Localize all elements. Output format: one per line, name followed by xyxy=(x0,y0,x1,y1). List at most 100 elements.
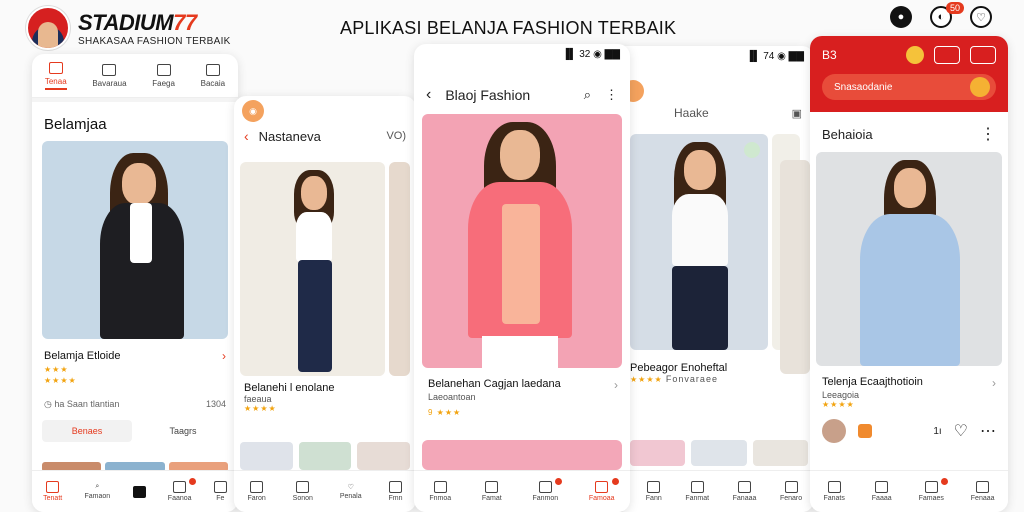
more-icon[interactable]: ⋮ xyxy=(980,124,996,144)
info-row: ◷ ha Saan tlantian xyxy=(44,399,120,409)
orange-tag-icon xyxy=(858,424,872,438)
bottom-nav: Fann Fanmat Fanaaa Fenaro xyxy=(614,470,814,512)
chevron-right-icon[interactable]: › xyxy=(614,378,618,392)
product-image[interactable] xyxy=(816,152,1002,366)
side-thumbnails[interactable] xyxy=(780,160,810,374)
bottom-nav: Fanats Faaaa Famaes Fenaaa xyxy=(810,470,1008,512)
product-image-next[interactable] xyxy=(422,440,622,470)
info-count: 1304 xyxy=(205,399,226,409)
wallet-icon[interactable] xyxy=(934,46,960,64)
phone-screen-1: Tenaa Bavaraua Faega Bacaia Belamjaa Bel… xyxy=(32,54,238,512)
search-bar[interactable]: Snasaodanie xyxy=(822,74,996,100)
product-image-peek[interactable] xyxy=(388,162,410,376)
product-image[interactable] xyxy=(240,162,385,376)
phone-screen-3: ▐▌ 32 ◉ ▇▇ ‹ Blaoj Fashion ⌕ ⋮ Belanehan… xyxy=(414,44,630,512)
rating-row: 9 ★★★ xyxy=(428,408,462,417)
heart-icon[interactable]: ♡ xyxy=(970,6,992,28)
nav-chat[interactable]: Fanmon xyxy=(532,478,563,502)
more-icon[interactable]: ⋯ xyxy=(980,421,996,441)
product-image[interactable] xyxy=(422,114,622,368)
avatar[interactable] xyxy=(822,419,846,443)
secondary-button[interactable]: Taagrs xyxy=(138,420,228,442)
nav-home[interactable]: Fanats xyxy=(823,481,845,502)
tab-category[interactable]: Bavaraua xyxy=(92,63,127,88)
phone-screen-2: ◉ ‹ Nastaneva VO) Belanehi l enolane fae… xyxy=(234,96,416,512)
top-icons: ● ◐ 50 ♡ xyxy=(890,2,992,28)
bottom-nav: Fnmoa Famat Fanmon Famoaa xyxy=(414,470,630,512)
bottom-nav: Tenatt ⌕ Famaon Faanoa Fe xyxy=(32,470,238,512)
header-title: Blaoj Fashion xyxy=(445,87,531,103)
nav-shop[interactable]: Famat xyxy=(482,481,502,502)
search-icon[interactable] xyxy=(970,77,990,97)
search-input[interactable]: Snasaodanie xyxy=(834,82,892,93)
header-title: B3 xyxy=(822,48,837,62)
app-collage: STADIUM77 SHAKASAA FASHION TERBAIK APLIK… xyxy=(0,0,1024,512)
nav-shop[interactable]: Faaaa xyxy=(872,481,892,502)
back-icon[interactable]: ‹ xyxy=(426,86,431,104)
rating-stars: ★★★★ Fonvaraee xyxy=(630,374,718,384)
nav-cart[interactable]: Famoaa xyxy=(589,478,619,502)
nav-home[interactable]: Tenatt xyxy=(43,481,62,502)
search-icon: ⌕ xyxy=(95,483,100,490)
rating-stars-2: ★★★★ xyxy=(44,376,77,385)
more-icon[interactable]: ⋮ xyxy=(605,87,618,103)
coin-icon[interactable] xyxy=(906,46,924,64)
nav-chat[interactable]: Famaes xyxy=(919,478,948,502)
nav-profile[interactable]: Fenaaa xyxy=(971,481,995,502)
product-name[interactable]: Telenja Ecaajthotioin xyxy=(822,376,923,390)
header-right: VO) xyxy=(386,130,406,142)
brand-header: STADIUM77 SHAKASAA FASHION TERBAIK xyxy=(26,6,231,50)
chat-icon[interactable]: ◐ 50 xyxy=(930,2,964,28)
header-title: Nastaneva xyxy=(258,128,321,144)
brand-avatar xyxy=(26,6,70,50)
red-header: B3 Snasaodanie xyxy=(810,36,1008,112)
nav-chat[interactable]: Faanoa xyxy=(168,478,196,502)
rating-stars: ★★★★ xyxy=(244,404,277,413)
tab-favorite[interactable]: Faega xyxy=(152,63,175,88)
chevron-right-icon[interactable]: › xyxy=(222,349,226,363)
nav-home[interactable]: Faron xyxy=(247,481,266,502)
search-icon[interactable]: ⌕ xyxy=(584,87,591,103)
product-name[interactable]: Belanehan Cagjan laedana xyxy=(428,378,561,392)
like-count: 1ı xyxy=(933,425,942,437)
product-image[interactable] xyxy=(42,141,228,339)
grid-icon[interactable]: ▣ xyxy=(792,107,802,120)
nav-more[interactable]: Fe xyxy=(213,481,227,502)
nav-shop[interactable]: Sonon xyxy=(293,481,313,502)
nav-home[interactable]: Fann xyxy=(646,481,662,502)
heart-icon[interactable]: ♡ xyxy=(954,421,968,441)
product-sub: Leeagoia xyxy=(822,390,860,400)
nav-fav[interactable]: Fanaaa xyxy=(733,481,756,502)
product-name[interactable]: Belamja Etloide xyxy=(44,350,120,362)
chevron-right-icon[interactable]: › xyxy=(992,376,996,390)
product-name[interactable]: Belanehi l enolane xyxy=(234,376,416,394)
tab-home[interactable]: Tenaa xyxy=(44,61,67,90)
top-tab-nav: Tenaa Bavaraua Faega Bacaia xyxy=(32,54,238,98)
section-title: Behaioia xyxy=(822,126,873,142)
nav-search[interactable]: ⌕ Famaon xyxy=(85,483,111,500)
nav-profile[interactable]: Fmn xyxy=(389,481,403,502)
nav-profile[interactable]: Fenaro xyxy=(780,481,802,502)
heart-icon: ♡ xyxy=(347,484,354,491)
product-sub: faeaua xyxy=(244,394,272,404)
tab-bag[interactable]: Bacaia xyxy=(201,63,225,88)
rating-stars: ★★★★ xyxy=(822,400,855,409)
cart-icon[interactable] xyxy=(970,46,996,64)
fav-toggle-icon[interactable] xyxy=(744,142,760,158)
brand-subtitle: SHAKASAA FASHION TERBAIK xyxy=(78,35,231,47)
brand-title: STADIUM77 xyxy=(78,9,197,35)
nav-shop[interactable]: Fanmat xyxy=(685,481,709,502)
back-icon[interactable]: ‹ xyxy=(244,128,249,144)
bottom-nav: Faron Sonon ♡ Penala Fmn xyxy=(234,470,416,512)
header-title: Haake xyxy=(674,106,709,120)
rating-stars: ★★★ xyxy=(44,365,69,374)
status-bar: ▐▌ 74 ◉ ▇▇ xyxy=(746,50,804,62)
nav-fav[interactable]: ♡ Penala xyxy=(340,483,362,500)
product-image[interactable] xyxy=(630,134,768,350)
status-bar: ▐▌ 32 ◉ ▇▇ xyxy=(562,48,620,60)
nav-center[interactable] xyxy=(132,485,146,498)
primary-button[interactable]: Benaes xyxy=(42,420,132,442)
notification-icon[interactable]: ● xyxy=(890,6,912,28)
page-headline: APLIKASI BELANJA FASHION TERBAIK xyxy=(340,18,677,38)
nav-home[interactable]: Fnmoa xyxy=(429,481,451,502)
